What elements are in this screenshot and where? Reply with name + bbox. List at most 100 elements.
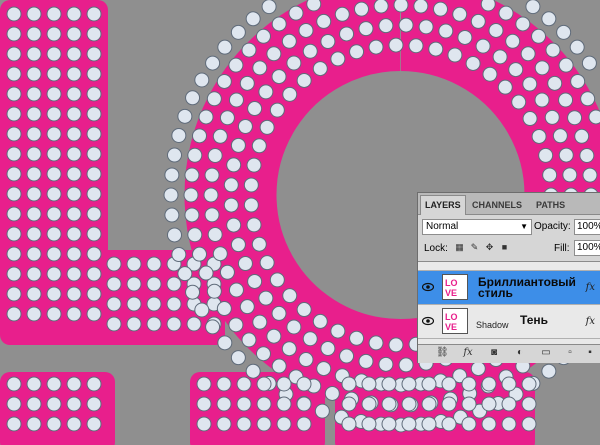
gem [26,46,42,62]
gem [241,332,257,348]
gem [66,106,82,122]
gem [86,26,102,42]
adjustment-icon[interactable]: ◐ [514,347,526,359]
lock-brush-icon[interactable]: ✎ [469,242,480,253]
gem [198,265,214,281]
gem [481,376,497,392]
gem [26,376,42,392]
gem [26,206,42,222]
layer-row-shadow[interactable]: LO VE Shadow Тень fx [418,305,600,339]
lock-transparent-icon[interactable]: ▦ [454,242,465,253]
gem [296,72,312,88]
gem [298,22,314,38]
gem [46,106,62,122]
gem [255,28,271,44]
gem [368,335,384,351]
gem [552,128,568,144]
gem [296,416,312,432]
gem [192,246,208,262]
gem [6,396,22,412]
lock-all-icon[interactable]: ■ [499,242,510,253]
gem [361,416,377,432]
blend-mode-select[interactable]: Normal ▼ [422,219,532,235]
trash-icon[interactable]: ▪ [584,347,596,359]
opacity-input[interactable]: 100% [574,219,600,235]
gem [286,55,302,71]
gem [324,385,340,401]
gem [520,46,536,62]
gem [126,296,142,312]
gem [212,246,228,262]
gem [146,316,162,332]
gem [177,266,193,282]
tab-layers[interactable]: LAYERS [420,195,466,215]
gem [505,33,521,49]
lock-move-icon[interactable]: ✥ [484,242,495,253]
gem [223,177,239,193]
gem [46,206,62,222]
gem [298,352,314,368]
layer-row-diamond-style[interactable]: LO VE Бриллиантовый стиль fx [418,271,600,305]
folder-icon[interactable]: ▭ [540,347,552,359]
gem [236,376,252,392]
gem [26,26,42,42]
fill-input[interactable]: 100% [574,240,600,256]
fx-icon[interactable]: fx [586,282,595,293]
gem [164,207,180,223]
gem [212,128,228,144]
gem [239,75,255,91]
gem [271,305,287,321]
gem [6,146,22,162]
layer-name-line2: стиль [478,286,513,300]
gem [481,396,497,412]
gem [361,396,377,412]
gem [66,246,82,262]
new-layer-icon[interactable]: ▫ [564,347,576,359]
gem [339,348,355,364]
gem [86,146,102,162]
gem [86,266,102,282]
tab-paths[interactable]: PATHS [532,196,569,214]
gem [192,128,208,144]
gem [558,57,574,73]
gem [461,376,477,392]
gem [6,86,22,102]
fx-icon[interactable]: fx [586,316,595,327]
layer-thumbnail: LO VE [442,274,468,300]
gem [126,276,142,292]
gem [46,6,62,22]
gem [206,91,222,107]
gem [312,61,328,77]
gem [166,276,182,292]
gem [388,37,404,53]
gem [46,226,62,242]
mask-icon[interactable]: ◙ [488,347,500,359]
gem [46,396,62,412]
gem [6,206,22,222]
gem [171,247,187,263]
gem [541,363,557,379]
tab-channels[interactable]: CHANNELS [468,196,526,214]
gem [6,246,22,262]
gem [86,126,102,142]
fx-icon[interactable]: fx [462,347,474,359]
gem [281,33,297,49]
gem [26,86,42,102]
gem [86,226,102,242]
panel-bottom-toolbar: ⛓ fx ◙ ◐ ▭ ▫ ▪ [418,344,600,362]
layers-panel: LAYERS CHANNELS PATHS Normal ▼ Opacity: … [417,192,600,363]
gem [86,396,102,412]
gem [66,376,82,392]
eye-icon[interactable] [422,316,434,326]
gem [252,314,268,330]
gem [381,416,397,432]
eye-icon[interactable] [422,282,434,292]
gem [246,157,262,173]
gem [306,0,322,12]
link-icon[interactable]: ⛓ [436,347,449,359]
gem [223,197,239,213]
gem [447,47,463,63]
gem [428,41,444,57]
gem [580,91,596,107]
gem [269,102,285,118]
